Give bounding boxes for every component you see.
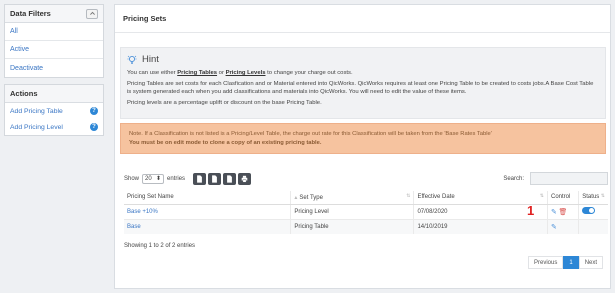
col-label: Status bbox=[582, 194, 600, 201]
filter-active-label: Active bbox=[10, 46, 30, 53]
chevron-up-icon bbox=[89, 11, 95, 15]
hint-header: Hint bbox=[127, 54, 599, 65]
document-icon bbox=[197, 174, 202, 183]
note-line-2: You must be on edit mode to clone a copy… bbox=[129, 139, 322, 146]
edit-icon[interactable]: ✎ bbox=[551, 209, 557, 216]
next-button[interactable]: Next bbox=[578, 256, 604, 269]
col-label: Set Type bbox=[299, 194, 323, 201]
entries-label: entries bbox=[167, 175, 186, 182]
table-row: Base Pricing Table 14/10/2019 ✎ bbox=[124, 218, 608, 234]
hint-box: Hint You can use either Pricing Tables o… bbox=[120, 47, 606, 119]
col-status[interactable]: Status ⇅ bbox=[578, 191, 608, 205]
cell-control: ✎ 🗑 bbox=[547, 204, 580, 219]
col-label: Effective Date bbox=[417, 194, 455, 201]
cell-control: ✎ bbox=[547, 218, 580, 234]
add-pricing-level-label: Add Pricing Level bbox=[10, 123, 63, 131]
cell-status bbox=[578, 204, 608, 219]
lightbulb-icon bbox=[127, 55, 137, 64]
cell-name[interactable]: Base +10% bbox=[124, 204, 292, 219]
filter-active[interactable]: Active bbox=[5, 41, 103, 59]
col-control: Control bbox=[547, 191, 580, 205]
excel-button[interactable] bbox=[223, 172, 237, 185]
sort-arrows-icon: ⬍ bbox=[155, 176, 162, 182]
table-info: Showing 1 to 2 of 2 entries bbox=[124, 243, 196, 249]
table-row: Base +10% Pricing Level 07/08/2020 ✎ 🗑 bbox=[124, 204, 608, 219]
cell-date: 14/10/2019 bbox=[413, 218, 548, 234]
actions-panel: Actions Add Pricing Table ? Add Pricing … bbox=[4, 84, 104, 136]
pricing-set-link[interactable]: Base bbox=[127, 224, 141, 230]
status-toggle[interactable] bbox=[582, 207, 596, 214]
actions-title: Actions bbox=[10, 89, 38, 98]
table-toolbar: Show 20 ⬍ entries Search: bbox=[124, 172, 608, 185]
sort-icon: ▴ bbox=[294, 194, 298, 201]
cell-name[interactable]: Base bbox=[124, 218, 292, 234]
page-title-text: Pricing Sets bbox=[123, 14, 167, 23]
pricing-tables-link[interactable]: Pricing Tables bbox=[177, 70, 217, 76]
hint-line-2: Pricing Tables are set costs for each Cl… bbox=[127, 81, 594, 95]
pricing-set-link[interactable]: Base +10% bbox=[127, 209, 158, 215]
pagination: Previous 1 Next bbox=[528, 256, 604, 269]
hint-title: Hint bbox=[142, 54, 159, 65]
search-input[interactable] bbox=[530, 172, 608, 185]
col-label: Pricing Set Name bbox=[127, 194, 174, 201]
add-pricing-table-label: Add Pricing Table bbox=[10, 107, 63, 115]
note-line-1: Note. If a Classification is not listed … bbox=[129, 131, 492, 137]
document-icon bbox=[212, 174, 217, 183]
edit-icon[interactable]: ✎ bbox=[551, 224, 557, 231]
hint-text: You can use either bbox=[127, 70, 178, 76]
help-icon[interactable]: ? bbox=[90, 107, 98, 115]
add-pricing-level-link[interactable]: Add Pricing Level ? bbox=[5, 119, 103, 135]
csv-button[interactable] bbox=[208, 172, 222, 185]
filter-deactivate[interactable]: Deactivate bbox=[5, 59, 103, 77]
entries-select[interactable]: 20 ⬍ bbox=[142, 173, 165, 184]
table-header-row: Pricing Set Name ▴ Set Type ⇅ Effective Da… bbox=[124, 191, 608, 205]
cell-type: Pricing Table bbox=[290, 218, 415, 234]
annotation-number: 1 bbox=[527, 203, 535, 218]
data-filters-header: Data Filters bbox=[5, 5, 103, 23]
filter-all[interactable]: All bbox=[5, 23, 103, 41]
sort-icon: ⇅ bbox=[406, 193, 411, 199]
page-1-button[interactable]: 1 bbox=[563, 256, 579, 269]
sidebar: Data Filters All Active Deactivate Actio… bbox=[0, 0, 108, 293]
hint-line-1: You can use either Pricing Tables or Pri… bbox=[127, 69, 599, 77]
previous-button[interactable]: Previous bbox=[528, 256, 564, 269]
search-wrap: Search: bbox=[503, 172, 608, 185]
show-label: Show bbox=[124, 175, 140, 182]
pricing-levels-link[interactable]: Pricing Levels bbox=[226, 70, 266, 76]
actions-header: Actions bbox=[5, 85, 103, 103]
printer-icon bbox=[241, 175, 248, 182]
hint-text: to change your charge out costs. bbox=[265, 70, 353, 76]
col-pricing-set-name[interactable]: Pricing Set Name bbox=[124, 191, 292, 205]
data-filters-title: Data Filters bbox=[10, 9, 51, 18]
col-set-type[interactable]: ▴ Set Type ⇅ bbox=[290, 191, 415, 205]
filter-all-label: All bbox=[10, 28, 18, 35]
page-title: Pricing Sets bbox=[115, 5, 610, 33]
sort-icon: ⇅ bbox=[600, 193, 605, 199]
collapse-button[interactable] bbox=[86, 8, 98, 19]
note-box: Note. If a Classification is not listed … bbox=[120, 123, 606, 154]
search-label: Search: bbox=[503, 175, 524, 182]
delete-icon[interactable]: 🗑 bbox=[559, 209, 568, 216]
add-pricing-table-link[interactable]: Add Pricing Table ? bbox=[5, 103, 103, 119]
data-filters-panel: Data Filters All Active Deactivate bbox=[4, 4, 104, 78]
entries-value: 20 bbox=[145, 175, 152, 182]
copy-button[interactable] bbox=[193, 172, 207, 185]
col-label: Control bbox=[550, 194, 571, 201]
help-icon[interactable]: ? bbox=[90, 123, 98, 131]
cell-status bbox=[578, 218, 608, 234]
print-button[interactable] bbox=[238, 172, 252, 185]
sort-icon: ⇅ bbox=[539, 193, 544, 199]
cell-type: Pricing Level bbox=[290, 204, 415, 219]
document-icon bbox=[227, 174, 232, 183]
pricing-sets-table: Pricing Set Name ▴ Set Type ⇅ Effective Da… bbox=[124, 191, 608, 234]
hint-text: or bbox=[217, 70, 226, 76]
filter-deactivate-label: Deactivate bbox=[10, 64, 44, 72]
hint-line-3: Pricing levels are a percentage uplift o… bbox=[127, 100, 322, 106]
